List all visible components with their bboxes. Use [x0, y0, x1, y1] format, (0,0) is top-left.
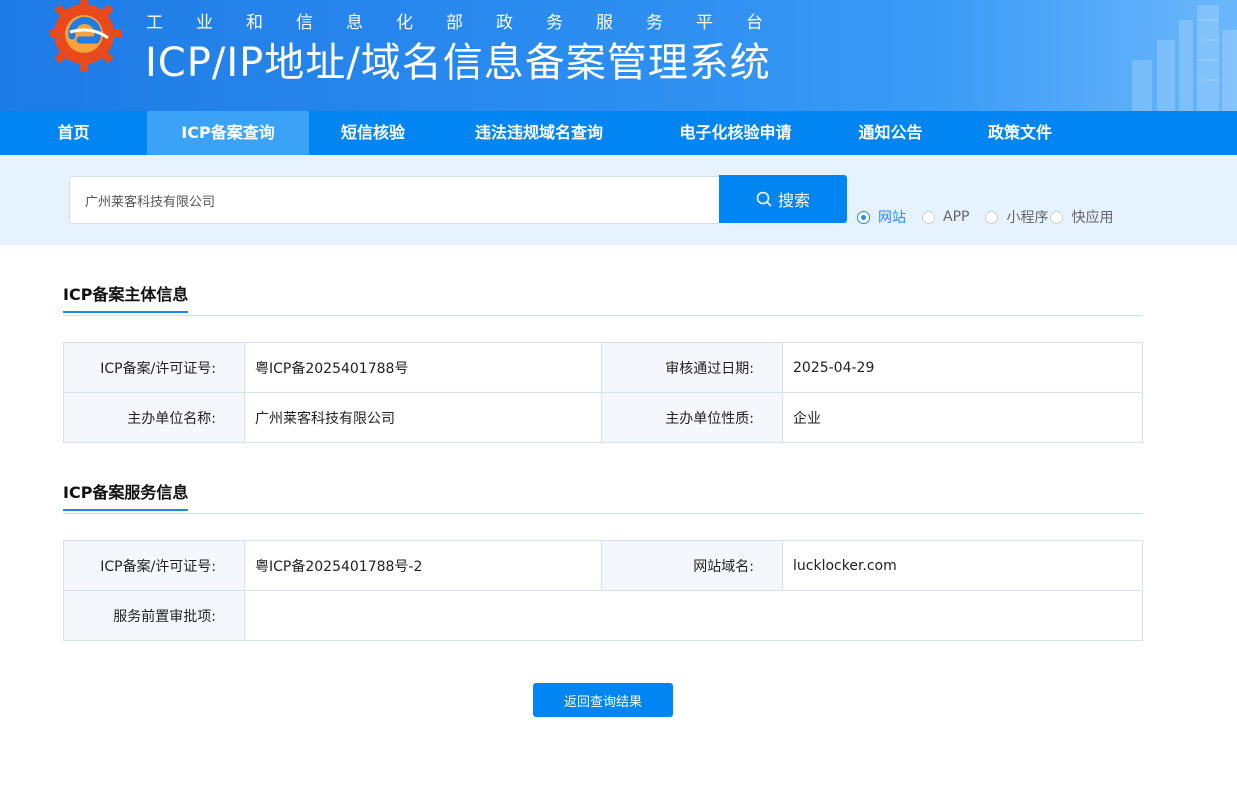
organizer-nature-value: 企业: [782, 392, 1143, 443]
license-value: 粤ICP备2025401788号: [244, 342, 602, 393]
license-label: ICP备案/许可证号:: [63, 342, 245, 393]
radio-quick-app[interactable]: 快应用: [1050, 207, 1113, 227]
section-divider: [63, 315, 1143, 316]
miit-logo-icon: [50, 0, 122, 72]
subject-section-title: ICP备案主体信息: [63, 281, 189, 313]
search-icon: [756, 191, 772, 207]
subject-info-table: ICP备案/许可证号: 粤ICP备2025401788号 审核通过日期: 202…: [63, 342, 1143, 443]
search-button[interactable]: 搜索: [719, 175, 847, 223]
table-row: ICP备案/许可证号: 粤ICP备2025401788号 审核通过日期: 202…: [63, 342, 1143, 393]
nav-item-home[interactable]: 首页: [0, 111, 147, 155]
organizer-name-value: 广州莱客科技有限公司: [244, 392, 602, 443]
service-section-title: ICP备案服务信息: [63, 479, 189, 511]
nav-item-sms-verify[interactable]: 短信核验: [309, 111, 437, 155]
main-nav: 首页 ICP备案查询 短信核验 违法违规域名查询 电子化核验申请 通知公告 政策…: [0, 111, 1237, 155]
search-input[interactable]: [69, 176, 719, 224]
radio-dot-icon: [857, 210, 870, 224]
pre-approval-label: 服务前置审批项:: [63, 590, 245, 641]
system-title: ICP/IP地址/域名信息备案管理系统: [145, 40, 771, 86]
section-divider: [63, 513, 1143, 514]
approval-date-value: 2025-04-29: [782, 342, 1143, 393]
radio-dot-icon: [985, 210, 999, 224]
nav-item-e-verify-apply[interactable]: 电子化核验申请: [641, 111, 830, 155]
radio-dot-icon: [922, 210, 935, 224]
radio-mini-program[interactable]: 小程序: [985, 207, 1048, 227]
domain-label: 网站域名:: [601, 540, 783, 591]
radio-app[interactable]: APP: [922, 209, 969, 225]
organizer-nature-label: 主办单位性质:: [601, 392, 783, 443]
search-band: 搜索 网站 APP 小程序 快应用: [0, 155, 1237, 245]
skyline-decoration-icon: [1132, 5, 1237, 111]
back-to-results-button[interactable]: 返回查询结果: [533, 683, 673, 717]
domain-value: lucklocker.com: [782, 540, 1143, 591]
service-license-value: 粤ICP备2025401788号-2: [244, 540, 602, 591]
table-row: 服务前置审批项:: [63, 590, 1143, 641]
nav-item-policy-docs[interactable]: 政策文件: [951, 111, 1089, 155]
service-license-label: ICP备案/许可证号:: [63, 540, 245, 591]
service-info-table: ICP备案/许可证号: 粤ICP备2025401788号-2 网站域名: luc…: [63, 540, 1143, 641]
site-header: 工业和信息化部政务服务平台 ICP/IP地址/域名信息备案管理系统: [0, 0, 1237, 111]
nav-item-notices[interactable]: 通知公告: [830, 111, 951, 155]
nav-item-icp-query[interactable]: ICP备案查询: [147, 111, 309, 155]
search-type-radio-group: 网站 APP 小程序 快应用: [857, 207, 1129, 227]
nav-item-illegal-domain-query[interactable]: 违法违规域名查询: [437, 111, 641, 155]
radio-website[interactable]: 网站: [857, 207, 906, 227]
table-row: 主办单位名称: 广州莱客科技有限公司 主办单位性质: 企业: [63, 392, 1143, 443]
radio-dot-icon: [1050, 210, 1064, 224]
approval-date-label: 审核通过日期:: [601, 342, 783, 393]
table-row: ICP备案/许可证号: 粤ICP备2025401788号-2 网站域名: luc…: [63, 540, 1143, 591]
organizer-name-label: 主办单位名称:: [63, 392, 245, 443]
search-button-label: 搜索: [777, 191, 810, 210]
pre-approval-value: [244, 590, 1143, 641]
